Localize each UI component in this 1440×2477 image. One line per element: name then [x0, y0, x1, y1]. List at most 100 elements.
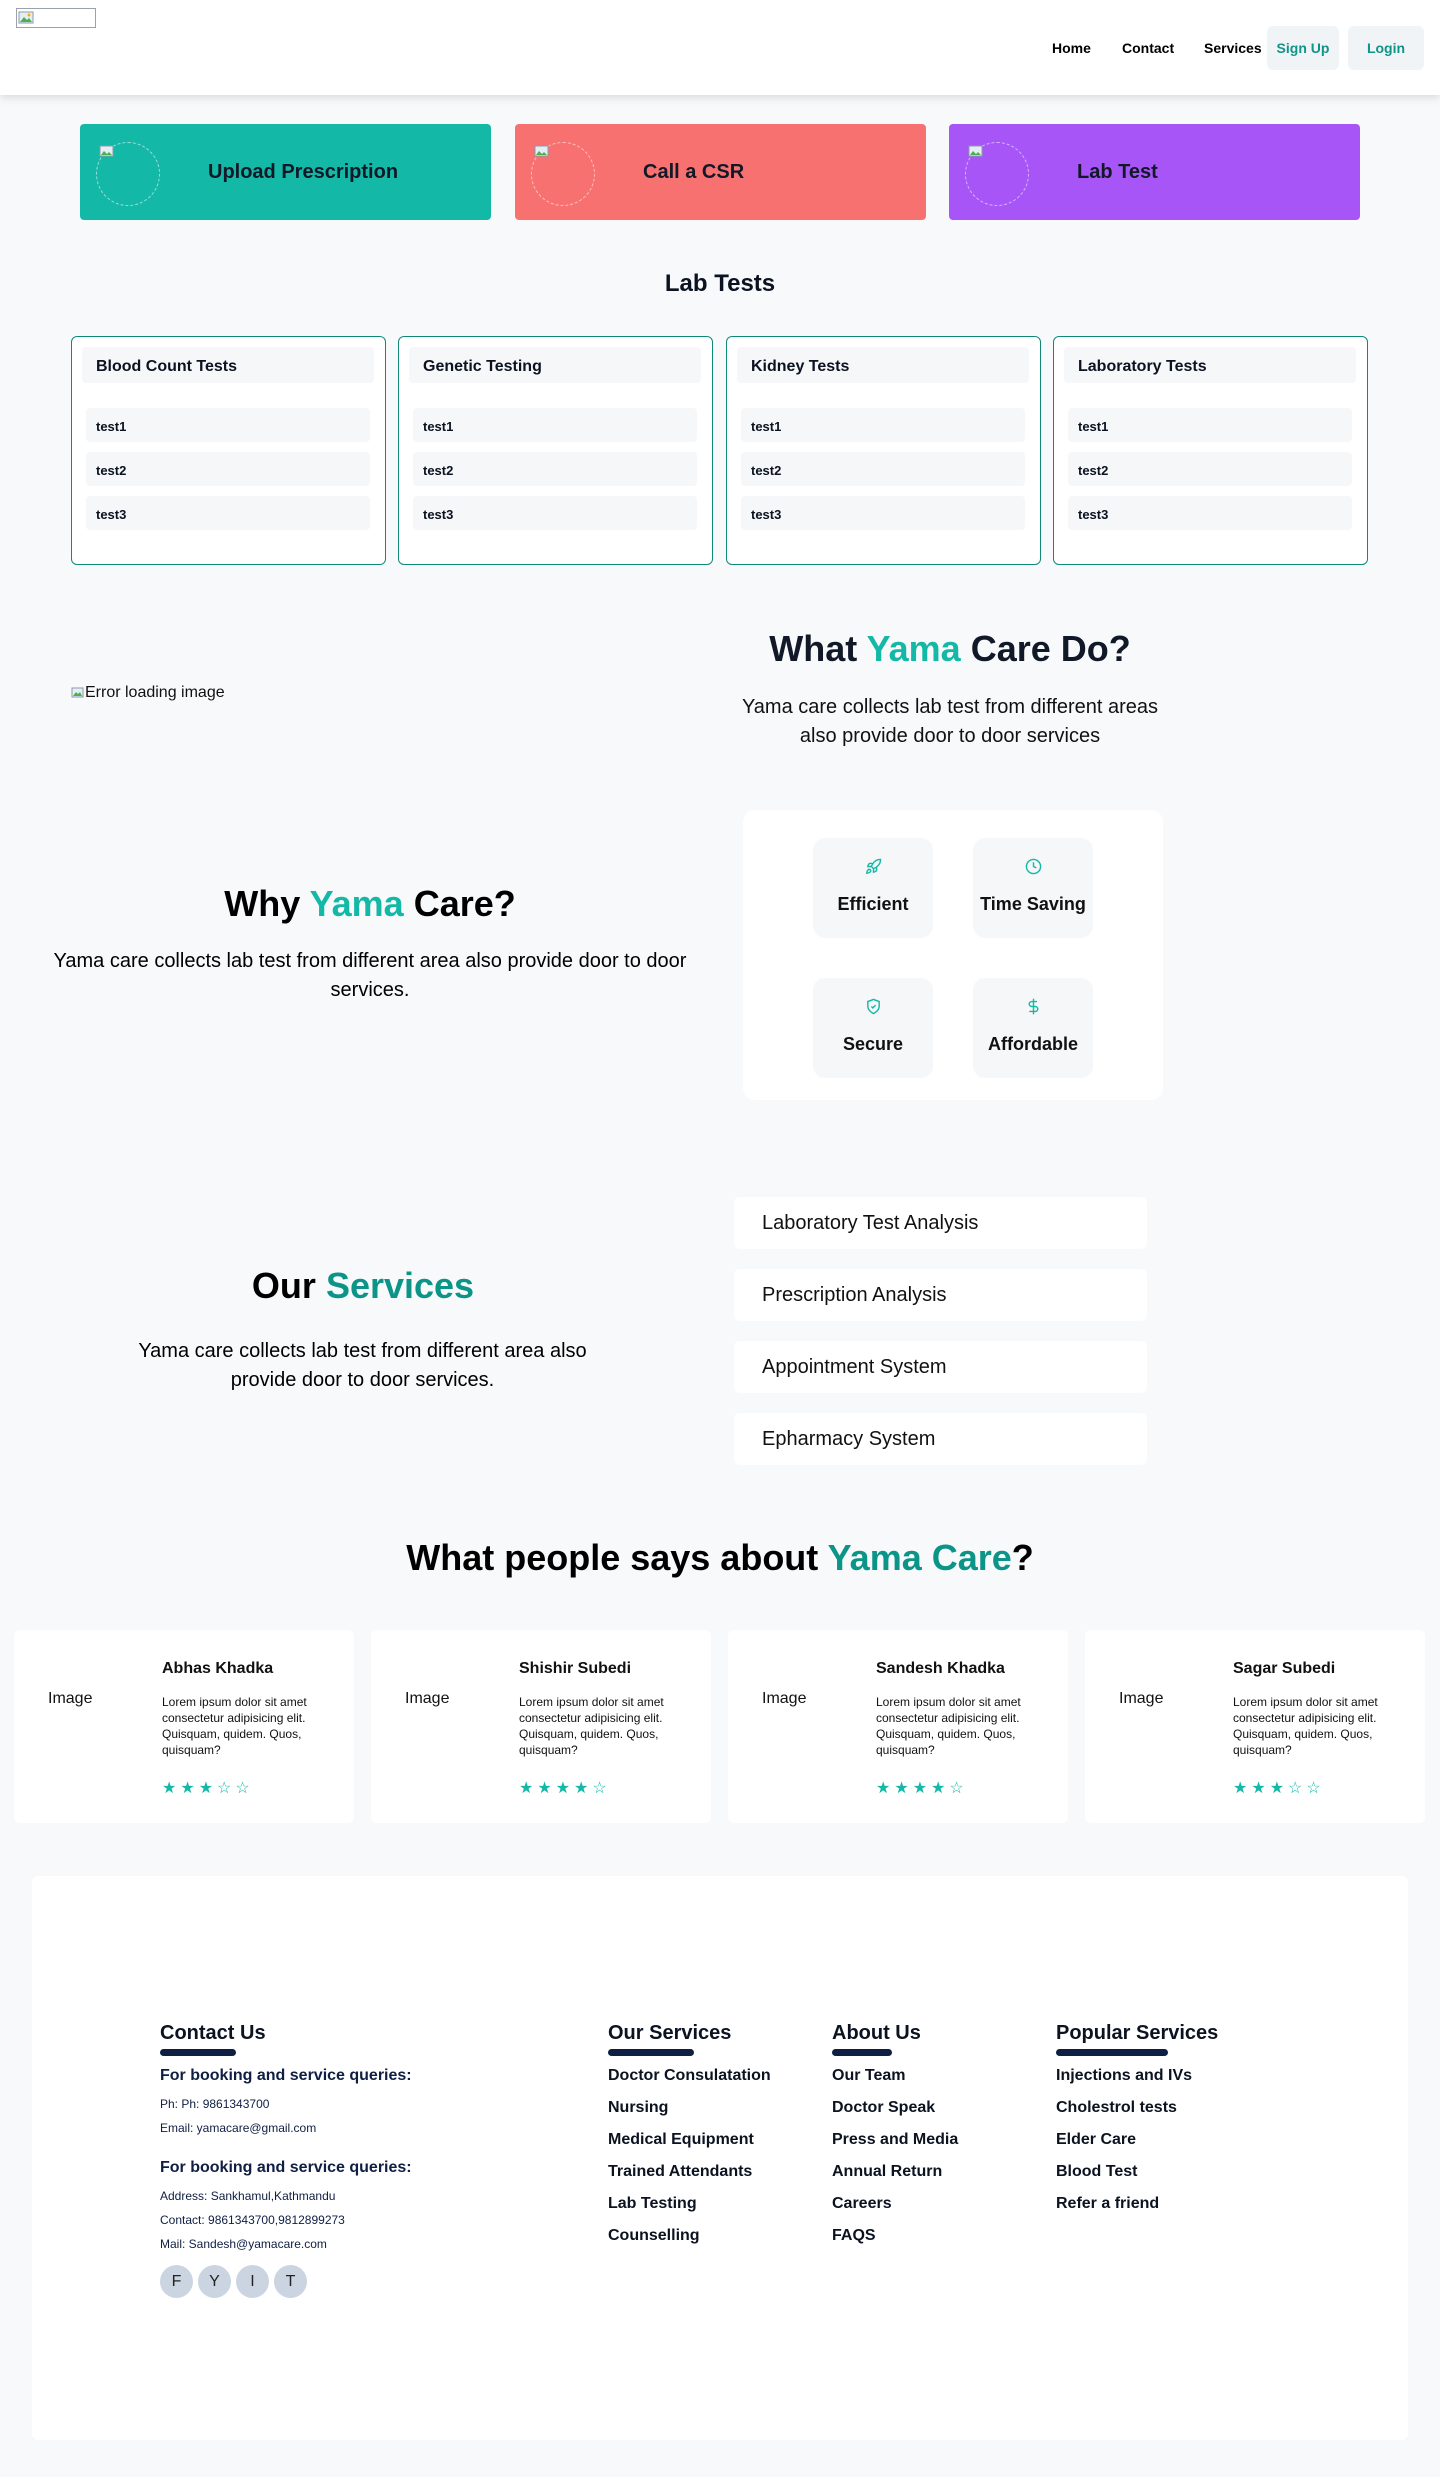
testimonial-name: Abhas Khadka: [162, 1660, 274, 1677]
avatar: Image: [1119, 1690, 1164, 1707]
testimonial-text: Lorem ipsum dolor sit amet consectetur a…: [162, 1695, 307, 1757]
footer-popular-title: Popular Services: [1056, 2022, 1219, 2044]
dollar-icon: [1028, 998, 1039, 1015]
facebook-icon[interactable]: F: [160, 2265, 193, 2298]
footer-popular-link[interactable]: Refer a friend: [1056, 2195, 1159, 2213]
feature-label: Efficient: [837, 894, 909, 914]
footer-about-link[interactable]: Careers: [832, 2195, 892, 2213]
lab-test-item[interactable]: test3: [741, 496, 1025, 530]
lab-test-item[interactable]: test3: [86, 496, 370, 530]
star-rating: ★★★☆☆: [1233, 1780, 1325, 1797]
lab-category-title: Laboratory Tests: [1064, 347, 1356, 383]
footer-email[interactable]: Email: yamacare@gmail.com: [160, 2121, 316, 2135]
lab-category-card: Blood Count Tests test1 test2 test3: [71, 336, 386, 565]
title-part: Care?: [403, 883, 516, 924]
footer-about-link[interactable]: FAQS: [832, 2227, 876, 2245]
lab-test-item[interactable]: test3: [413, 496, 697, 530]
service-item[interactable]: Laboratory Test Analysis: [734, 1197, 1147, 1249]
shield-check-icon: [867, 998, 880, 1015]
services-title: Our Services: [163, 1265, 563, 1307]
footer-address: Address: Sankhamul,Kathmandu: [160, 2189, 336, 2203]
avatar: Image: [762, 1690, 807, 1707]
footer-service-link[interactable]: Doctor Consulatation: [608, 2067, 771, 2085]
site-header: Home Contact Services Sign Up Login: [0, 0, 1440, 95]
star-rating: ★★★★☆: [876, 1780, 968, 1797]
service-item[interactable]: Epharmacy System: [734, 1413, 1147, 1465]
logo-broken-image-icon[interactable]: [16, 8, 96, 28]
title-part: Our: [251, 1265, 326, 1306]
lab-test-item[interactable]: test2: [86, 452, 370, 486]
footer-popular-link[interactable]: Blood Test: [1056, 2163, 1137, 2181]
booking-heading: For booking and service queries:: [160, 2159, 412, 2176]
lab-category-title: Kidney Tests: [737, 347, 1029, 383]
title-part: What people says about: [406, 1537, 828, 1578]
features-panel: Efficient Time Saving Secure Affordable: [743, 810, 1163, 1100]
footer-service-link[interactable]: Nursing: [608, 2099, 668, 2117]
broken-image-icon: [71, 687, 84, 698]
footer-mail[interactable]: Mail: Sandesh@yamacare.com: [160, 2237, 327, 2251]
testimonial-name: Shishir Subedi: [519, 1660, 632, 1677]
why-description: Yama care collects lab test from differe…: [53, 950, 687, 1001]
footer-service-link[interactable]: Counselling: [608, 2227, 700, 2245]
call-csr-card[interactable]: Call a CSR: [515, 124, 926, 220]
title-accent: Yama: [866, 628, 961, 669]
services-description: Yama care collects lab test from differe…: [138, 1340, 587, 1391]
site-footer: [32, 1876, 1408, 2440]
rocket-icon: [865, 858, 882, 875]
lab-test-card[interactable]: Lab Test: [949, 124, 1360, 220]
nav-contact-link[interactable]: Contact: [1122, 40, 1174, 56]
upload-prescription-card[interactable]: Upload Prescription: [80, 124, 491, 220]
broken-image: Error loading image: [71, 684, 225, 702]
login-button[interactable]: Login: [1348, 26, 1424, 70]
avatar: Image: [48, 1690, 93, 1707]
footer-service-link[interactable]: Medical Equipment: [608, 2131, 754, 2149]
testimonial-card: Image Sagar Subedi Lorem ipsum dolor sit…: [1085, 1630, 1425, 1823]
lab-category-card: Kidney Tests test1 test2 test3: [726, 336, 1041, 565]
star-rating: ★★★★☆: [519, 1780, 611, 1797]
footer-about-link[interactable]: Press and Media: [832, 2131, 958, 2149]
footer-popular-link[interactable]: Elder Care: [1056, 2131, 1136, 2149]
lab-test-item[interactable]: test2: [413, 452, 697, 486]
footer-title-underline: [160, 2049, 236, 2056]
footer-service-link[interactable]: Lab Testing: [608, 2195, 697, 2213]
star-rating: ★★★☆☆: [162, 1780, 254, 1797]
footer-title-underline: [832, 2049, 892, 2056]
lab-test-item[interactable]: test1: [1068, 408, 1352, 442]
feature-efficient: Efficient: [813, 838, 933, 938]
lab-test-item[interactable]: test2: [741, 452, 1025, 486]
nav-services-link[interactable]: Services: [1204, 40, 1262, 56]
lab-test-item[interactable]: test1: [413, 408, 697, 442]
title-accent: Yama Care: [827, 1537, 1012, 1578]
lab-test-item[interactable]: test2: [1068, 452, 1352, 486]
title-accent: Services: [325, 1265, 475, 1306]
footer-about-link[interactable]: Doctor Speak: [832, 2099, 935, 2117]
footer-popular-link[interactable]: Injections and IVs: [1056, 2067, 1192, 2085]
testimonials-title: What people says about Yama Care?: [0, 1537, 1440, 1579]
signup-button[interactable]: Sign Up: [1267, 26, 1339, 70]
footer-contact-title: Contact Us: [160, 2022, 266, 2044]
service-item[interactable]: Prescription Analysis: [734, 1269, 1147, 1321]
feature-time-saving: Time Saving: [973, 838, 1093, 938]
testimonial-name: Sagar Subedi: [1233, 1660, 1336, 1677]
instagram-icon[interactable]: I: [236, 2265, 269, 2298]
footer-about-title: About Us: [832, 2022, 921, 2044]
nav-home-link[interactable]: Home: [1052, 40, 1091, 56]
service-item[interactable]: Appointment System: [734, 1341, 1147, 1393]
title-part: Care Do?: [960, 628, 1131, 669]
title-part: Why: [224, 883, 310, 924]
lab-test-item[interactable]: test1: [741, 408, 1025, 442]
lab-test-item[interactable]: test1: [86, 408, 370, 442]
feature-label: Secure: [842, 1034, 904, 1054]
footer-title-underline: [608, 2049, 694, 2056]
footer-popular-link[interactable]: Cholestrol tests: [1056, 2099, 1177, 2117]
lab-test-item[interactable]: test3: [1068, 496, 1352, 530]
broken-image-icon: [96, 142, 160, 206]
footer-about-link[interactable]: Our Team: [832, 2067, 906, 2085]
twitter-icon[interactable]: T: [274, 2265, 307, 2298]
footer-about-link[interactable]: Annual Return: [832, 2163, 942, 2181]
lab-test-label: Lab Test: [1077, 161, 1158, 183]
footer-service-link[interactable]: Trained Attendants: [608, 2163, 752, 2181]
youtube-icon[interactable]: Y: [198, 2265, 231, 2298]
testimonial-card: Image Sandesh Khadka Lorem ipsum dolor s…: [728, 1630, 1068, 1823]
lab-category-title: Blood Count Tests: [82, 347, 374, 383]
